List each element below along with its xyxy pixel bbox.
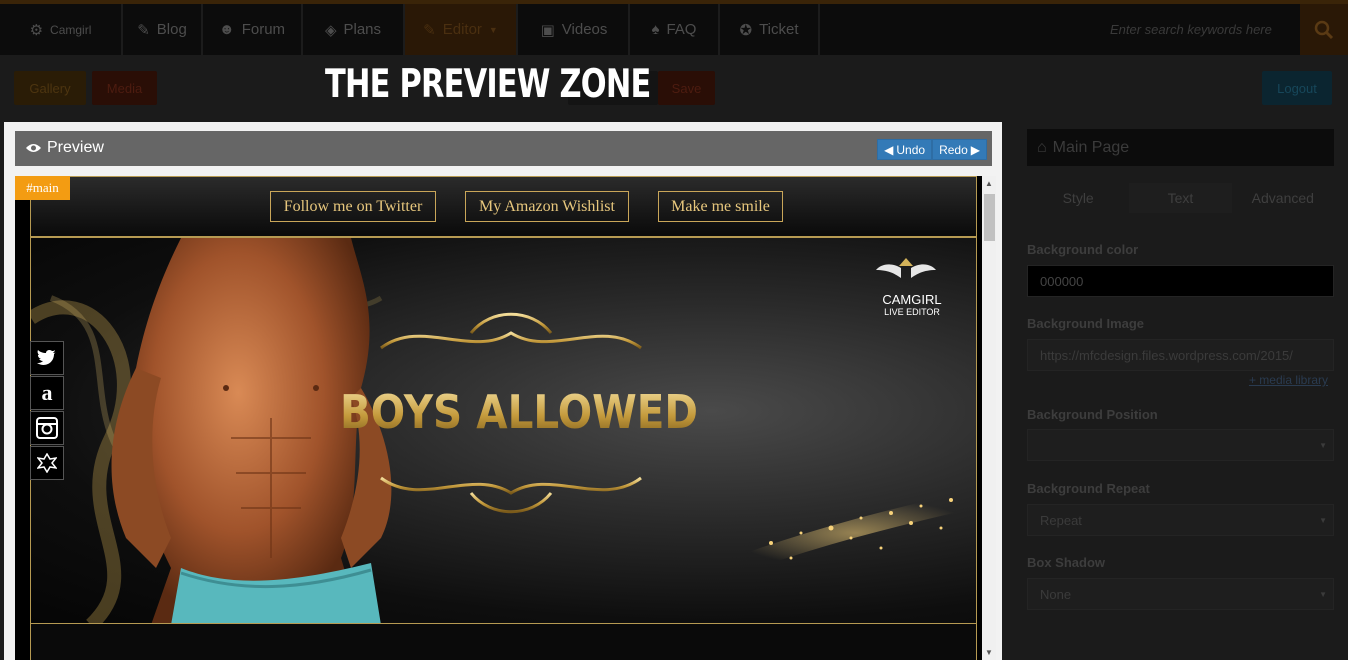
pencil-icon: ✎ <box>423 21 436 39</box>
undo-label: Undo <box>896 142 926 157</box>
logo-line2: LIVE EDITOR <box>884 307 940 317</box>
eye-icon <box>26 144 41 152</box>
undo-redo-group: ◀ Undo Redo ▶ <box>877 139 987 160</box>
banner-image: BOYS ALLOWED CAMGIRL LIVE EDITOR <box>30 237 977 624</box>
scroll-down-icon[interactable]: ▼ <box>985 648 993 657</box>
box-shadow-label: Box Shadow <box>1027 555 1106 570</box>
preview-frame[interactable]: #main Follow me on Twitter My Amazon Wis… <box>15 176 982 660</box>
logo-line1: CAMGIRL <box>882 292 941 307</box>
media-library-link[interactable]: + media library <box>1249 373 1328 387</box>
nav-label: Camgirl <box>50 22 92 37</box>
amazon-icon: a <box>41 380 53 405</box>
bg-repeat-select[interactable]: Repeat ▼ <box>1027 504 1334 536</box>
search-icon <box>1314 20 1334 39</box>
save-button[interactable]: Save <box>658 71 715 105</box>
logout-button[interactable]: Logout <box>1262 71 1332 105</box>
gallery-button[interactable]: Gallery <box>14 71 86 105</box>
lifebuoy-icon: ✪ <box>739 21 753 39</box>
caret-down-icon: ▼ <box>1319 440 1327 450</box>
amazon-social-button[interactable]: a <box>30 376 64 410</box>
twitter-link[interactable]: Follow me on Twitter <box>270 191 436 222</box>
crest-icon <box>37 453 57 473</box>
instagram-social-button[interactable] <box>30 411 64 445</box>
tab-text[interactable]: Text <box>1129 183 1232 213</box>
bg-position-label: Background Position <box>1027 407 1158 422</box>
bg-repeat-value: Repeat <box>1040 512 1082 528</box>
bg-color-label: Background color <box>1027 242 1139 257</box>
caret-down-icon: ▼ <box>1319 589 1327 599</box>
twitter-social-button[interactable] <box>30 341 64 375</box>
nav-label: Plans <box>343 21 382 38</box>
box-shadow-select[interactable]: None ▼ <box>1027 578 1334 610</box>
properties-panel: ⌂ Main Page Style Text Advanced Backgrou… <box>1027 129 1334 610</box>
nav-label: FAQ <box>666 21 697 38</box>
video-icon: ▣ <box>540 21 555 39</box>
content-area <box>30 624 977 660</box>
nav-item-forum[interactable]: ☻ Forum <box>203 4 303 55</box>
banner-art: BOYS ALLOWED CAMGIRL LIVE EDITOR <box>31 238 976 623</box>
scroll-up-icon[interactable]: ▲ <box>985 179 993 188</box>
preview-label: Preview <box>25 139 104 157</box>
preview-zone-title: THE PREVIEW ZONE <box>325 62 651 107</box>
nav-label: Editor <box>442 21 482 38</box>
search-button[interactable] <box>1300 4 1348 55</box>
redo-button[interactable]: Redo ▶ <box>932 139 987 160</box>
bg-position-select[interactable]: ▼ <box>1027 429 1334 461</box>
profile-menu-bar: Follow me on Twitter My Amazon Wishlist … <box>30 176 977 237</box>
arrow-left-icon: ◀ <box>884 142 894 157</box>
preview-scrollbar[interactable]: ▲ ▼ <box>982 176 996 660</box>
bg-image-label: Background Image <box>1027 316 1145 331</box>
box-shadow-value: None <box>1040 586 1072 602</box>
crest-social-button[interactable] <box>30 446 64 480</box>
nav-item-blog[interactable]: ✎ Blog <box>123 4 203 55</box>
nav-item-editor[interactable]: ✎ Editor ▼ <box>405 4 518 55</box>
nav-label: Forum <box>241 21 286 38</box>
banner-title: BOYS ALLOWED <box>340 387 698 440</box>
make-me-smile-link[interactable]: Make me smile <box>658 191 783 222</box>
undo-button[interactable]: ◀ Undo <box>877 139 933 160</box>
amazon-wishlist-link[interactable]: My Amazon Wishlist <box>465 191 629 222</box>
redo-label: Redo <box>939 142 968 157</box>
preview-header: Preview ◀ Undo Redo ▶ <box>15 131 992 166</box>
bg-repeat-label: Background Repeat <box>1027 481 1150 496</box>
main-tag[interactable]: #main <box>15 176 70 200</box>
preview-panel: Preview ◀ Undo Redo ▶ #main Follow me on… <box>4 122 1002 660</box>
nav-label: Ticket <box>759 21 799 38</box>
nav-item-plans[interactable]: ◈ Plans <box>303 4 405 55</box>
layers-icon: ◈ <box>324 21 337 39</box>
panel-title: Main Page <box>1052 138 1130 156</box>
nav-item-ticket[interactable]: ✪ Ticket <box>720 4 820 55</box>
panel-header: ⌂ Main Page <box>1027 129 1334 166</box>
search-input[interactable]: Enter search keywords here <box>1090 4 1300 55</box>
nav-label: Blog <box>156 21 187 38</box>
lightbulb-icon: ♠ <box>651 21 660 38</box>
logo-icon: ⚙ <box>29 21 44 39</box>
scroll-thumb[interactable] <box>984 194 995 241</box>
twitter-icon <box>37 349 56 365</box>
media-button[interactable]: Media <box>92 71 157 105</box>
tab-style[interactable]: Style <box>1027 183 1129 213</box>
nav-item-videos[interactable]: ▣ Videos <box>520 4 630 55</box>
arrow-right-icon: ▶ <box>970 142 980 157</box>
edit-icon: ✎ <box>137 21 150 39</box>
nav-item-faq[interactable]: ♠ FAQ <box>630 4 720 55</box>
caret-down-icon: ▼ <box>1319 515 1327 525</box>
preview-label-text: Preview <box>47 139 104 156</box>
users-icon: ☻ <box>218 21 235 38</box>
home-icon: ⌂ <box>1037 138 1047 156</box>
instagram-icon <box>36 417 58 439</box>
nav-item-home[interactable]: ⚙ Camgirl <box>0 4 123 55</box>
nav-label: Videos <box>561 21 608 38</box>
tab-advanced[interactable]: Advanced <box>1232 183 1334 213</box>
bg-color-input[interactable]: 000000 <box>1027 265 1334 297</box>
panel-tabs: Style Text Advanced <box>1027 183 1334 213</box>
caret-down-icon: ▼ <box>488 24 498 35</box>
bg-image-input[interactable]: https://mfcdesign.files.wordpress.com/20… <box>1027 339 1334 371</box>
